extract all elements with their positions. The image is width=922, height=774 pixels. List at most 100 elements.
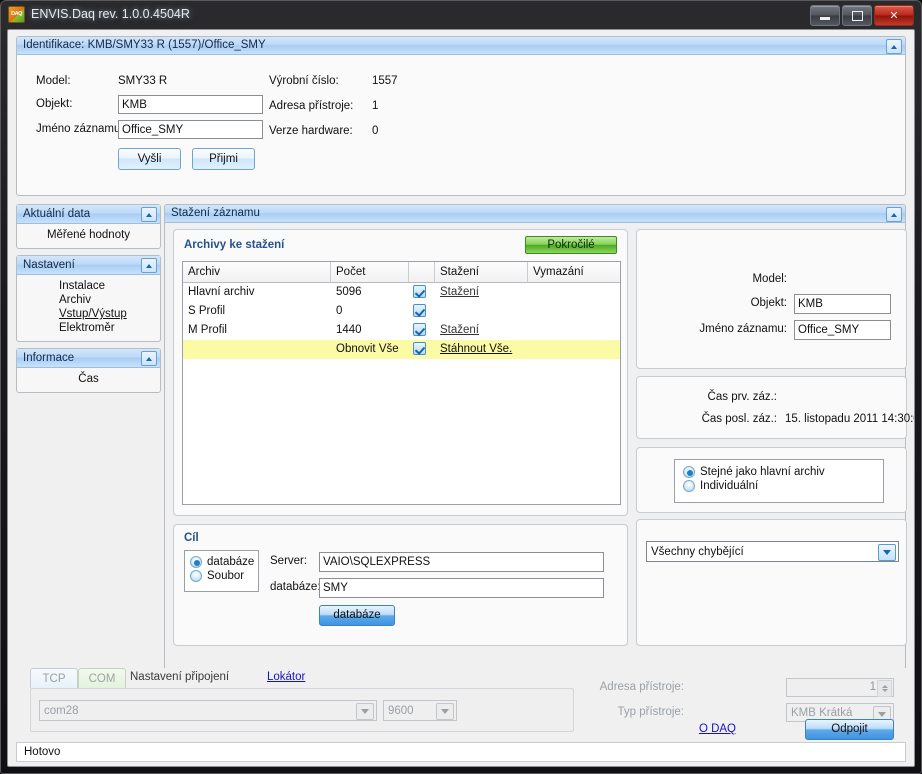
radio-unselected-icon[interactable] xyxy=(683,480,695,492)
table-row[interactable]: Obnovit Vše Stáhnout Vše. xyxy=(183,340,620,359)
cell-checkbox[interactable] xyxy=(409,302,435,321)
main-panel-title: Stažení záznamu xyxy=(171,207,260,219)
radio-databaze[interactable]: databáze xyxy=(190,556,258,568)
table-row[interactable]: M Profil 1440 Stažení xyxy=(183,321,620,340)
cell-count: 5096 xyxy=(336,286,362,298)
cell-archive: M Profil xyxy=(188,324,227,336)
tab-tcp[interactable]: TCP xyxy=(30,668,78,688)
sidebar-group-header[interactable]: Aktuální data xyxy=(17,205,160,224)
receive-button[interactable]: Přijmi xyxy=(192,148,255,170)
radio-stejne-jako-hlavni-archiv[interactable]: Stejné jako hlavní archiv xyxy=(683,466,883,478)
stepper-buttons[interactable] xyxy=(877,680,892,697)
checkbox-checked-icon[interactable] xyxy=(413,342,426,356)
cell-checkbox[interactable] xyxy=(409,321,435,340)
baud-rate-select[interactable]: 9600 xyxy=(383,700,457,721)
sidebar-group-items: Měřené hodnoty xyxy=(17,224,160,248)
download-link[interactable]: Stažení xyxy=(440,324,479,336)
dropdown-arrow-button[interactable] xyxy=(878,544,896,561)
download-link[interactable]: Stažení xyxy=(440,286,479,298)
device-address-label: Adresa přístroje: xyxy=(269,100,354,112)
last-record-time-label: Čas posl. záz.: xyxy=(701,413,777,425)
column-header-checkbox[interactable] xyxy=(409,262,435,282)
cell-checkbox[interactable] xyxy=(409,340,435,359)
sidebar-item-cas[interactable]: Čas xyxy=(17,372,160,386)
com-port-value: com28 xyxy=(44,704,79,717)
cell-checkbox[interactable] xyxy=(409,283,435,302)
device-type-label: Typ přístroje: xyxy=(617,706,684,718)
tab-com[interactable]: COM xyxy=(78,668,126,688)
disconnect-button[interactable]: Odpojit xyxy=(805,719,894,740)
sidebar-group-header[interactable]: Informace xyxy=(17,349,160,368)
send-button[interactable]: Vyšli xyxy=(118,148,181,170)
chevron-down-icon xyxy=(881,689,888,692)
target-section: Cíl databáze Soubor Server: databáze: da… xyxy=(173,524,628,646)
minimize-button[interactable] xyxy=(810,5,840,26)
sidebar-item-archiv[interactable]: Archiv xyxy=(17,293,160,307)
archives-title: Archivy ke stažení xyxy=(184,239,285,251)
maximize-button[interactable] xyxy=(842,5,872,26)
record-name-input[interactable] xyxy=(118,120,263,139)
object-label: Objekt: xyxy=(36,98,73,110)
sidebar-item-elektromer[interactable]: Elektroměr xyxy=(17,321,160,335)
database-button[interactable]: databáze xyxy=(319,605,395,626)
archives-table: Archiv Počet Stažení Vymazání Hlavní arc… xyxy=(182,261,621,505)
sidebar-item-instalace[interactable]: Instalace xyxy=(17,279,160,293)
column-header-archiv[interactable]: Archiv xyxy=(183,262,331,282)
server-input[interactable] xyxy=(319,552,604,572)
checkbox-checked-icon[interactable] xyxy=(413,323,426,337)
table-row[interactable]: S Profil 0 xyxy=(183,302,620,321)
close-button[interactable]: ✕ xyxy=(874,5,914,26)
cell-download[interactable]: Stažení xyxy=(435,283,528,302)
connection-tabs: TCP COM xyxy=(30,668,126,688)
database-input[interactable] xyxy=(319,578,604,598)
info-object-input[interactable] xyxy=(794,294,891,314)
chevron-up-icon xyxy=(146,212,152,217)
radio-soubor[interactable]: Soubor xyxy=(190,570,258,582)
radio-individualni[interactable]: Individuální xyxy=(683,480,883,492)
identification-header: Identifikace: KMB/SMY33 R (1557)/Office_… xyxy=(17,37,905,55)
sidebar-group-nastaveni: Nastavení Instalace Archiv Vstup/Výstup … xyxy=(16,255,161,342)
column-header-vymazani[interactable]: Vymazání xyxy=(528,262,620,282)
cell-refresh-all[interactable]: Obnovit Vše xyxy=(331,340,409,359)
cell-download[interactable]: Stáhnout Vše. xyxy=(435,340,528,359)
cell-count: 1440 xyxy=(336,324,362,336)
table-row[interactable]: Hlavní archiv 5096 Stažení xyxy=(183,283,620,302)
sidebar-collapse-button[interactable] xyxy=(141,207,157,222)
radio-unselected-icon[interactable] xyxy=(190,570,202,582)
range-select[interactable]: Všechny chybějící xyxy=(646,541,899,562)
sidebar-collapse-button[interactable] xyxy=(141,258,157,273)
column-header-pocet[interactable]: Počet xyxy=(331,262,409,282)
checkbox-checked-icon[interactable] xyxy=(413,304,426,318)
sidebar-item-merene-hodnoty[interactable]: Měřené hodnoty xyxy=(17,228,160,242)
com-port-select[interactable]: com28 xyxy=(39,700,377,721)
sidebar-group-informace: Informace Čas xyxy=(16,348,161,393)
download-all-link[interactable]: Stáhnout Vše. xyxy=(440,343,512,355)
dropdown-arrow-button[interactable] xyxy=(356,703,374,720)
main-collapse-button[interactable] xyxy=(886,207,902,222)
server-label: Server: xyxy=(270,555,308,567)
radio-selected-icon[interactable] xyxy=(190,556,202,568)
cell-download[interactable]: Stažení xyxy=(435,321,528,340)
advanced-button[interactable]: Pokročilé xyxy=(525,236,617,254)
column-header-stazeni[interactable]: Stažení xyxy=(435,262,528,282)
archive-mode-group: Stejné jako hlavní archiv Individuální xyxy=(674,459,884,503)
radio-selected-icon[interactable] xyxy=(683,466,695,478)
chevron-down-icon xyxy=(361,709,369,714)
about-daq-link[interactable]: O DAQ xyxy=(699,723,736,735)
dropdown-arrow-button[interactable] xyxy=(436,703,454,720)
hardware-version-value: 0 xyxy=(372,125,379,137)
sidebar-group-header[interactable]: Nastavení xyxy=(17,256,160,275)
title-bar: DAQ ENVIS.Daq rev. 1.0.0.4504R ✕ xyxy=(1,1,921,27)
locator-link[interactable]: Lokátor xyxy=(267,671,305,683)
target-option-group: databáze Soubor xyxy=(184,550,259,592)
range-select-value: Všechny chybějící xyxy=(651,545,744,558)
info-record-input[interactable] xyxy=(794,320,891,340)
identification-collapse-button[interactable] xyxy=(886,39,902,54)
connection-bar: TCP COM Nastavení připojení Lokátor com2… xyxy=(16,668,906,740)
model-value: SMY33 R xyxy=(118,75,168,87)
sidebar-item-vstup-vystup[interactable]: Vstup/Výstup xyxy=(17,307,160,321)
device-address-stepper[interactable]: 1 xyxy=(786,678,894,697)
object-input[interactable] xyxy=(118,95,263,114)
checkbox-checked-icon[interactable] xyxy=(413,285,426,299)
sidebar-collapse-button[interactable] xyxy=(141,351,157,366)
